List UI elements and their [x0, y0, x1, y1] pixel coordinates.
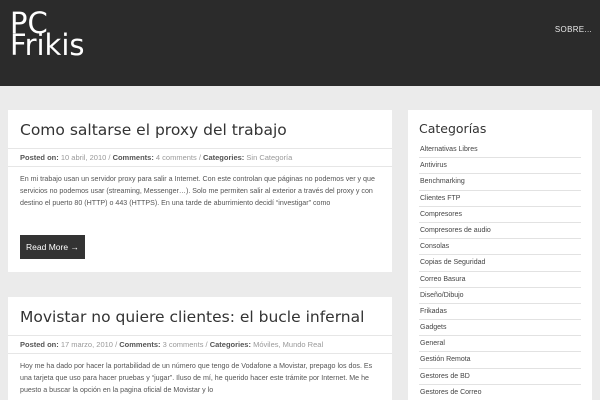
read-more-button[interactable]: Read More → [20, 235, 85, 259]
category-item[interactable]: Gestores de BD [419, 369, 581, 385]
post-excerpt: En mi trabajo usan un servidor proxy par… [20, 175, 375, 207]
category-item[interactable]: General [419, 336, 581, 353]
comments-link[interactable]: 3 comments [163, 340, 204, 349]
category-item[interactable]: Gestores de Correo [419, 385, 581, 400]
category-item[interactable]: Gestión Remota [419, 352, 581, 369]
post-card: Como saltarse el proxy del trabajo Poste… [8, 110, 392, 272]
comments-label: Comments: [112, 153, 154, 162]
post-title[interactable]: Como saltarse el proxy del trabajo [20, 121, 287, 139]
posted-on-label: Posted on: [20, 153, 59, 162]
comments-link[interactable]: 4 comments [156, 153, 197, 162]
category-item[interactable]: Correo Basura [419, 272, 581, 288]
post-excerpt: Hoy me ha dado por hacer la portabilidad… [20, 362, 373, 394]
category-item[interactable]: Consolas [419, 239, 581, 256]
site-header: PC Frikis SOBRE... [0, 0, 600, 86]
logo-line-2: Frikis [10, 28, 85, 62]
post-date-link[interactable]: 17 marzo, 2010 [61, 340, 113, 349]
sidebar-title: Categorías [419, 121, 487, 136]
category-item[interactable]: Antivirus [419, 158, 581, 175]
category-item[interactable]: Frikadas [419, 304, 581, 321]
category-item[interactable]: Clientes FTP [419, 191, 581, 207]
post-meta: Posted on: 17 marzo, 2010 / Comments: 3 … [20, 340, 324, 349]
post-meta: Posted on: 10 abril, 2010 / Comments: 4 … [20, 153, 293, 162]
posted-on-label: Posted on: [20, 340, 59, 349]
categories-label: Categories: [209, 340, 251, 349]
title-divider [8, 148, 392, 149]
comments-label: Comments: [119, 340, 161, 349]
nav-item-sobre[interactable]: SOBRE... [555, 25, 592, 34]
category-item[interactable]: Copias de Seguridad [419, 255, 581, 272]
title-divider [8, 335, 392, 336]
category-list: Alternativas Libres Antivirus Benchmarki… [419, 142, 581, 400]
category-item[interactable]: Diseño/Dibujo [419, 288, 581, 304]
category-link[interactable]: Sin Categoría [246, 153, 292, 162]
category-item[interactable]: Gadgets [419, 320, 581, 337]
sidebar-categories: Categorías Alternativas Libres Antivirus… [408, 110, 592, 400]
post-card: Movistar no quiere clientes: el bucle in… [8, 297, 392, 400]
category-item[interactable]: Compresores de audio [419, 223, 581, 240]
categories-label: Categories: [203, 153, 245, 162]
category-item[interactable]: Benchmarking [419, 174, 581, 191]
meta-divider [8, 353, 392, 354]
meta-divider [8, 166, 392, 167]
category-item[interactable]: Alternativas Libres [419, 142, 581, 159]
post-date-link[interactable]: 10 abril, 2010 [61, 153, 106, 162]
category-item[interactable]: Compresores [419, 207, 581, 223]
post-title[interactable]: Movistar no quiere clientes: el bucle in… [20, 308, 364, 326]
category-link[interactable]: Móviles, Mundo Real [253, 340, 323, 349]
site-logo[interactable]: PC Frikis [10, 9, 85, 62]
